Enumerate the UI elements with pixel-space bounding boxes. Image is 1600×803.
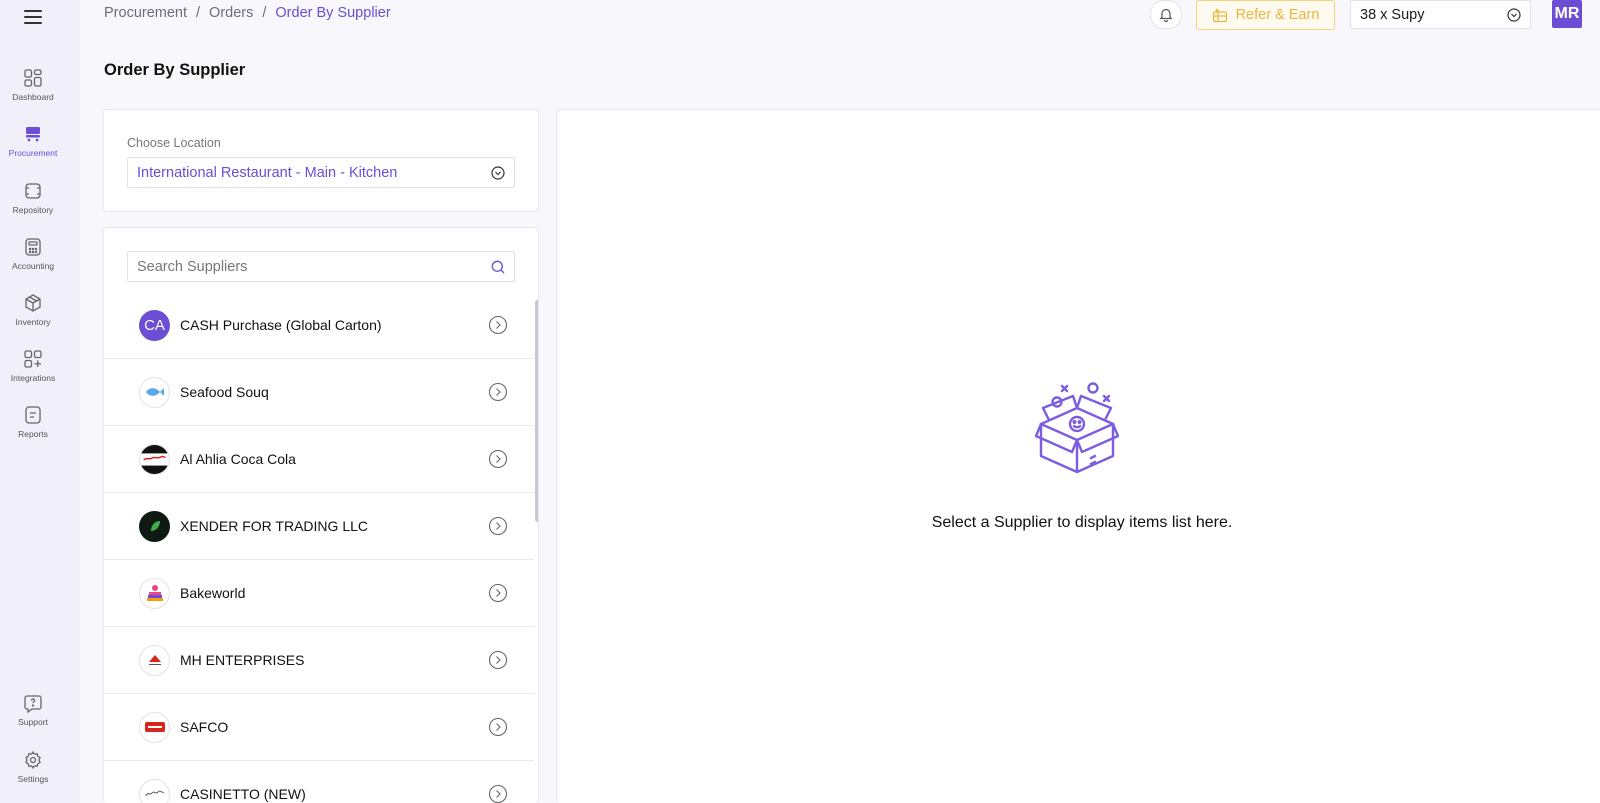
breadcrumb: Procurement / Orders / Order By Supplier — [104, 5, 391, 21]
supplier-list: CA CASH Purchase (Global Carton) Seafood… — [104, 292, 534, 803]
dashboard-icon — [24, 69, 42, 87]
sidebar-item-label: Repository — [12, 205, 54, 215]
chevron-right-icon — [488, 382, 508, 402]
breadcrumb-separator: / — [262, 5, 267, 21]
supplier-logo — [139, 443, 170, 475]
supplier-name: Al Ahlia Coca Cola — [180, 451, 296, 467]
chevron-down-icon — [491, 165, 505, 180]
supplier-name: CASINETTO (NEW) — [180, 786, 306, 802]
breadcrumb-separator: / — [196, 5, 201, 21]
chevron-right-icon — [488, 449, 508, 469]
box-icon — [25, 294, 41, 312]
bell-icon — [1159, 8, 1173, 22]
avatar[interactable]: MR — [1552, 0, 1582, 28]
cart-icon — [26, 127, 40, 142]
sidebar-item-label: Dashboard — [12, 92, 54, 102]
chevron-right-icon — [488, 516, 508, 536]
supplier-row[interactable]: SAFCO — [104, 694, 534, 761]
sidebar-item-inventory[interactable]: Inventory — [0, 293, 66, 327]
cake-logo-icon — [146, 585, 163, 601]
supplier-name: CASH Purchase (Global Carton) — [180, 317, 382, 333]
search-input[interactable] — [137, 258, 491, 275]
supplier-row[interactable]: Bakeworld — [104, 560, 534, 627]
sidebar-item-label: Integrations — [10, 373, 56, 383]
supplier-list-card: CA CASH Purchase (Global Carton) Seafood… — [103, 227, 539, 803]
sidebar-item-label: Inventory — [15, 317, 51, 327]
chevron-right-icon — [488, 717, 508, 737]
location-select[interactable]: International Restaurant - Main - Kitche… — [127, 157, 515, 188]
chevron-right-icon — [488, 650, 508, 670]
supplier-row[interactable]: MH ENTERPRISES — [104, 627, 534, 694]
supplier-logo — [139, 510, 170, 542]
fish-logo-icon — [145, 388, 164, 396]
supplier-name: Bakeworld — [180, 585, 246, 601]
chevron-down-icon — [1507, 7, 1521, 22]
supplier-logo — [139, 711, 170, 743]
location-label: Choose Location — [127, 136, 221, 150]
sidebar-item-label: Reports — [18, 429, 48, 439]
sidebar-item-reports[interactable]: Reports — [0, 405, 66, 439]
supplier-logo — [139, 778, 170, 803]
list-scrollbar[interactable] — [535, 300, 538, 522]
reports-icon — [25, 406, 41, 424]
sidebar-item-accounting[interactable]: Accounting — [0, 237, 66, 271]
supplier-name: MH ENTERPRISES — [180, 652, 305, 668]
sidebar-item-support[interactable]: Support — [0, 693, 66, 727]
notifications-button[interactable] — [1150, 0, 1182, 29]
chevron-right-icon — [488, 315, 508, 335]
breadcrumb-current: Order By Supplier — [275, 5, 391, 21]
sidebar: Dashboard Procurement Repository Account… — [0, 0, 80, 803]
gear-icon — [25, 750, 41, 770]
leaf-logo-icon — [150, 521, 160, 531]
repository-icon — [25, 183, 41, 199]
chevron-right-icon — [488, 583, 508, 603]
coca-cola-logo-icon — [140, 444, 169, 474]
supplier-row[interactable]: CASINETTO (NEW) — [104, 761, 534, 803]
sidebar-item-repository[interactable]: Repository — [0, 181, 66, 215]
menu-icon[interactable] — [24, 8, 42, 26]
sidebar-item-label: Settings — [17, 774, 49, 784]
supplier-logo — [139, 644, 170, 676]
sidebar-item-dashboard[interactable]: Dashboard — [0, 68, 66, 102]
supplier-row[interactable]: Seafood Souq — [104, 359, 534, 426]
breadcrumb-link-procurement[interactable]: Procurement — [104, 5, 187, 21]
outlet-select-value: 38 x Supy — [1360, 6, 1425, 23]
supplier-name: Seafood Souq — [180, 384, 269, 400]
refer-earn-label: Refer & Earn — [1235, 7, 1320, 23]
items-panel: Select a Supplier to display items list … — [556, 109, 1600, 803]
outlet-select[interactable]: 38 x Supy — [1350, 0, 1531, 29]
supplier-logo — [139, 577, 170, 609]
page-title: Order By Supplier — [104, 61, 246, 79]
chevron-right-icon — [488, 784, 508, 803]
supplier-row[interactable]: XENDER FOR TRADING LLC — [104, 493, 534, 560]
sidebar-item-label: Support — [18, 717, 48, 727]
sidebar-item-label: Accounting — [11, 261, 55, 271]
refer-earn-button[interactable]: Refer & Earn — [1196, 0, 1335, 30]
empty-state-message: Select a Supplier to display items list … — [931, 514, 1233, 531]
sidebar-item-procurement[interactable]: Procurement — [0, 124, 66, 158]
sidebar-item-integrations[interactable]: Integrations — [0, 349, 66, 383]
help-icon — [24, 695, 42, 713]
supplier-logo: CA — [139, 309, 170, 341]
search-icon[interactable] — [491, 260, 505, 274]
empty-box-icon — [1035, 382, 1119, 474]
sidebar-item-label: Procurement — [8, 148, 58, 158]
casinetto-logo-icon — [145, 790, 164, 797]
sidebar-item-settings[interactable]: Settings — [0, 750, 66, 784]
supplier-logo — [139, 376, 170, 408]
mh-logo-icon — [148, 655, 161, 665]
supplier-name: XENDER FOR TRADING LLC — [180, 518, 368, 534]
gift-icon — [1212, 8, 1227, 22]
calculator-icon — [25, 238, 41, 256]
location-select-value: International Restaurant - Main - Kitche… — [137, 164, 398, 181]
safco-logo-icon — [144, 722, 165, 732]
supplier-name: SAFCO — [180, 719, 229, 735]
breadcrumb-link-orders[interactable]: Orders — [209, 5, 253, 21]
integrations-icon — [24, 350, 42, 368]
supplier-row[interactable]: Al Ahlia Coca Cola — [104, 426, 534, 493]
search-box — [127, 251, 515, 282]
supplier-row[interactable]: CA CASH Purchase (Global Carton) — [104, 292, 534, 359]
location-card: Choose Location International Restaurant… — [103, 109, 539, 212]
